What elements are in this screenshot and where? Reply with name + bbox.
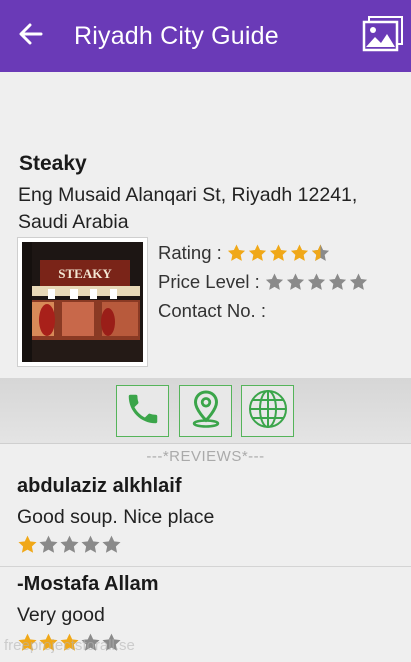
gallery-button[interactable] xyxy=(355,0,411,72)
star-empty-icon xyxy=(265,273,283,290)
star-filled-icon xyxy=(269,244,287,261)
star-empty-icon xyxy=(349,273,367,290)
call-button[interactable] xyxy=(116,385,169,437)
photo-sign-text: STEAKY xyxy=(58,266,112,281)
rating-row: Rating : xyxy=(158,238,369,267)
star-empty-icon xyxy=(60,535,79,553)
app-title: Riyadh City Guide xyxy=(74,21,279,50)
contact-label: Contact No. : xyxy=(158,299,266,321)
star-half-icon xyxy=(311,244,329,261)
star-empty-icon xyxy=(328,273,346,290)
rating-stars xyxy=(226,243,331,263)
review-divider xyxy=(0,566,411,567)
globe-icon xyxy=(247,388,289,435)
map-button[interactable] xyxy=(179,385,232,437)
place-address: Eng Musaid Alanqari St, Riyadh 12241, Sa… xyxy=(18,184,358,233)
phone-icon xyxy=(124,390,162,433)
star-empty-icon xyxy=(286,273,304,290)
review-rating-stars xyxy=(17,534,122,555)
map-pin-icon xyxy=(188,389,224,434)
star-empty-icon xyxy=(81,535,100,553)
star-filled-icon xyxy=(290,244,308,261)
star-empty-icon xyxy=(102,535,121,553)
watermark: freeprojectsforall.se xyxy=(4,637,135,654)
star-filled-icon xyxy=(248,244,266,261)
app-bar: Riyadh City Guide xyxy=(0,0,411,72)
action-bar xyxy=(0,378,411,444)
star-filled-icon xyxy=(18,535,37,553)
star-empty-icon xyxy=(307,273,325,290)
reviews-header: ---*REVIEWS*--- xyxy=(146,448,265,465)
back-button[interactable] xyxy=(0,0,62,72)
rating-label: Rating : xyxy=(158,241,222,263)
review-text: Good soup. Nice place xyxy=(17,506,215,528)
price-level-label: Price Level : xyxy=(158,270,260,292)
price-level-row: Price Level : xyxy=(158,267,369,296)
arrow-left-icon xyxy=(19,23,43,50)
place-photo[interactable]: STEAKY xyxy=(17,237,148,367)
restaurant-image: STEAKY xyxy=(22,242,143,362)
place-details: Rating : Price Level : Contact No. : xyxy=(158,238,369,325)
review-author: abdulaziz alkhlaif xyxy=(17,475,182,497)
price-level-stars xyxy=(264,272,369,292)
review-text: Very good xyxy=(17,604,105,626)
star-filled-icon xyxy=(227,244,245,261)
contact-row: Contact No. : xyxy=(158,296,369,325)
review-author: -Mostafa Allam xyxy=(17,573,159,595)
website-button[interactable] xyxy=(241,385,294,437)
gallery-icon xyxy=(362,15,404,57)
star-empty-icon xyxy=(39,535,58,553)
place-name: Steaky xyxy=(19,152,87,175)
